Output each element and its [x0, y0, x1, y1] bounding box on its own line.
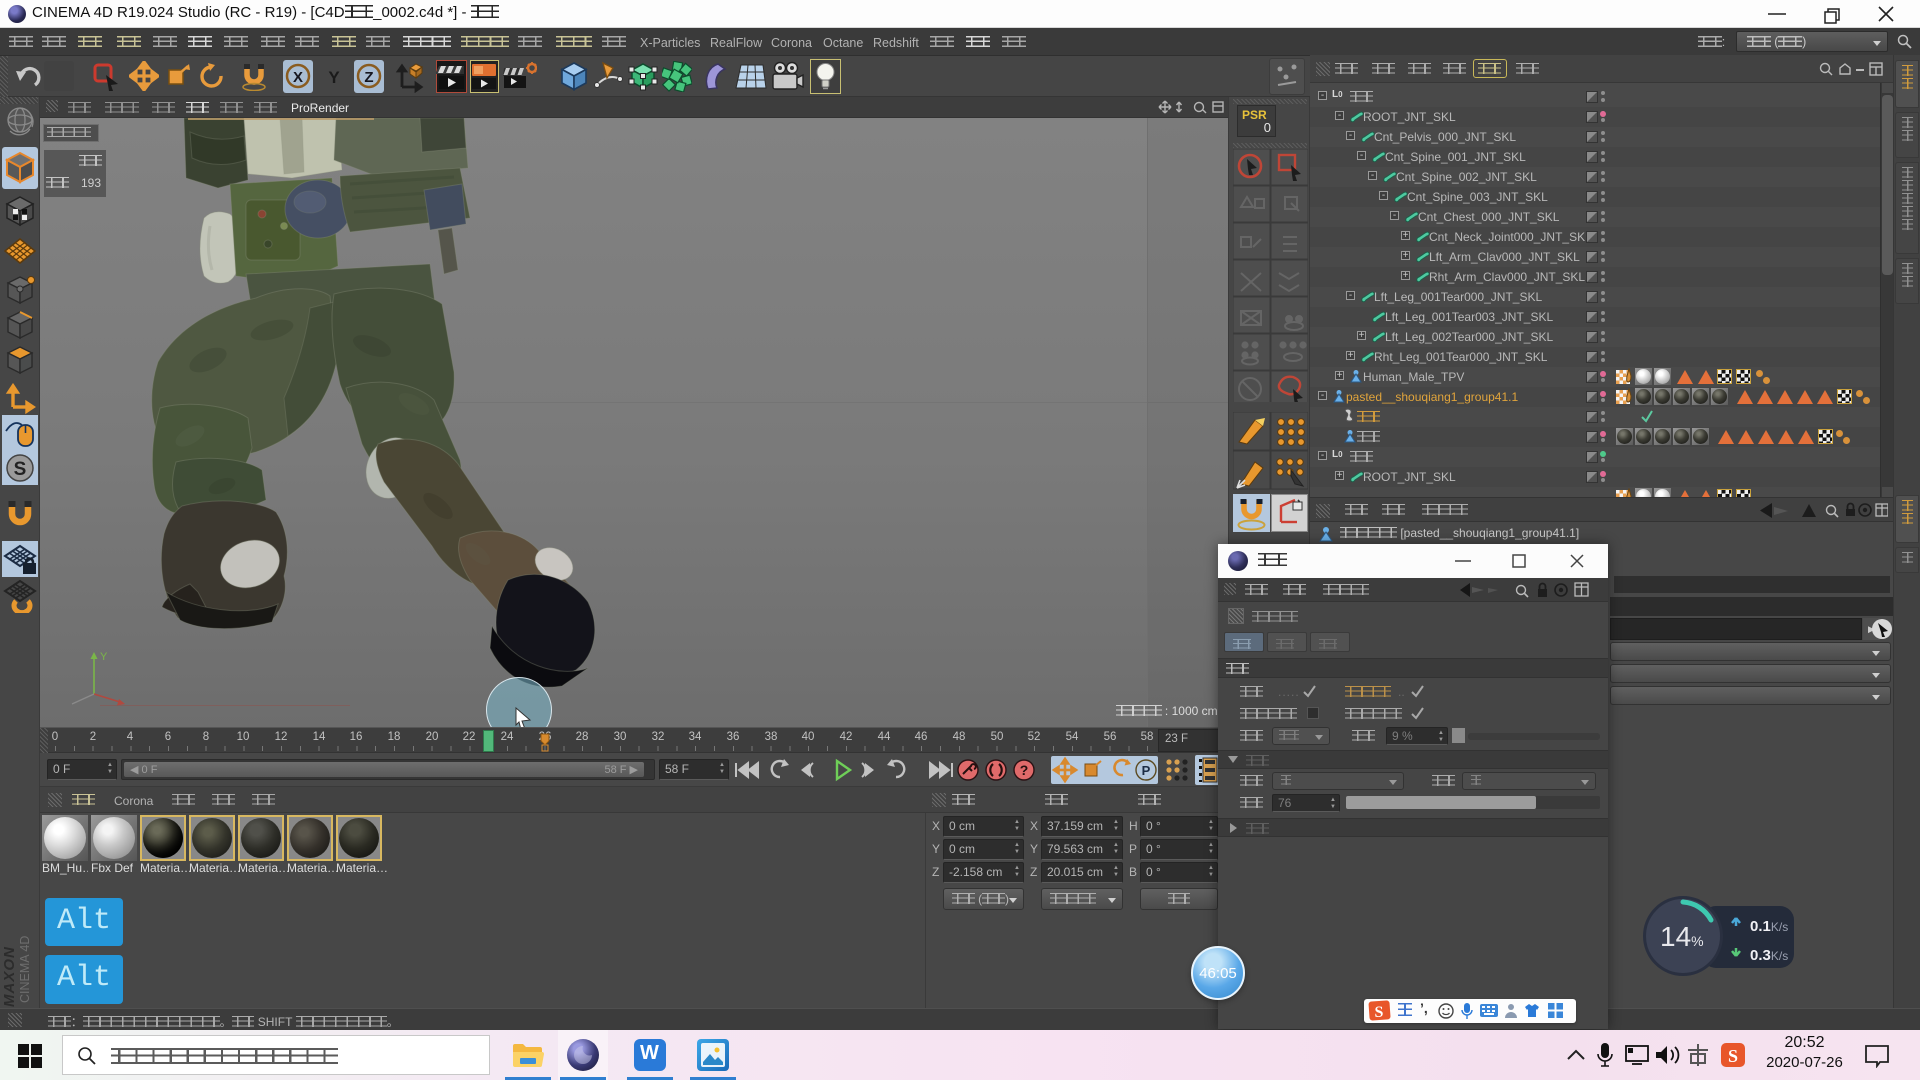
svg-text:P: P [1142, 763, 1151, 778]
svg-text:S: S [1728, 1046, 1738, 1066]
svg-text:?: ? [1020, 762, 1029, 778]
svg-text:Z: Z [364, 69, 373, 86]
svg-text:S: S [14, 459, 27, 480]
svg-text:Y: Y [328, 68, 340, 87]
svg-text:Y: Y [100, 651, 108, 663]
svg-text:X: X [293, 69, 303, 86]
